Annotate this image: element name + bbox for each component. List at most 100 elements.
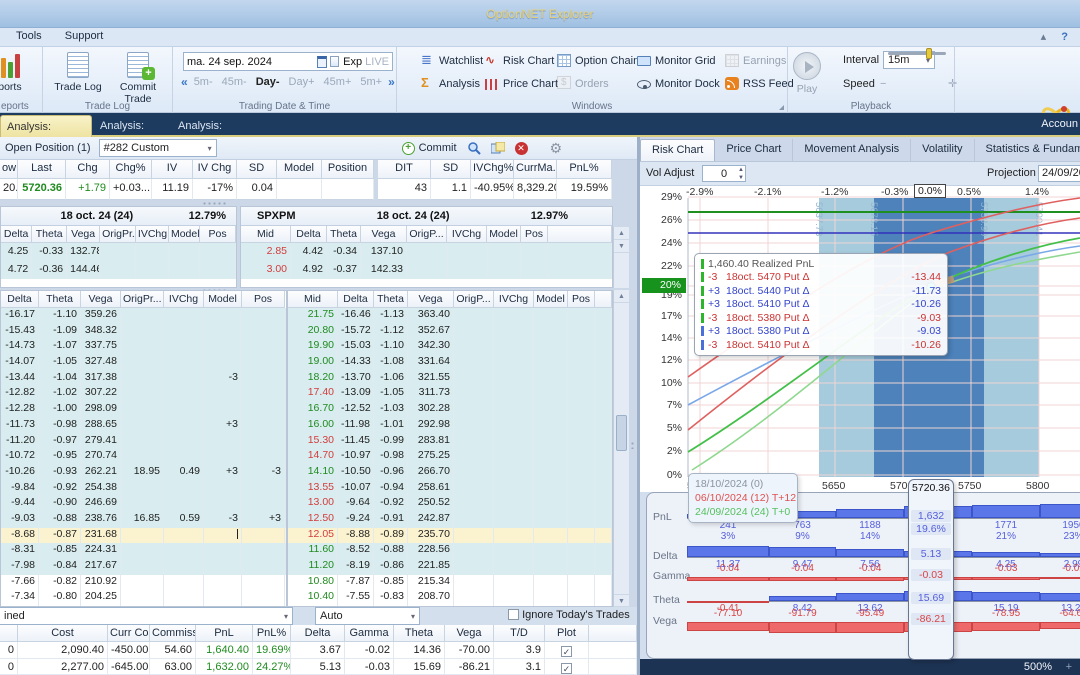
chain-cell[interactable]: [121, 496, 164, 512]
chain-cell[interactable]: [242, 559, 285, 575]
chain-row[interactable]: 20.80 -15.72 -1.12 352.67: [288, 323, 612, 340]
chain-row[interactable]: 16.70 -12.52 -1.03 302.28: [288, 402, 612, 418]
chain-cell[interactable]: [534, 464, 568, 481]
chain-row[interactable]: 11.60 -8.52 -0.88 228.56: [288, 543, 612, 559]
chain-cell[interactable]: 18.20: [288, 370, 338, 387]
chain-cell[interactable]: [494, 355, 534, 371]
chain-cell[interactable]: -7.98: [1, 559, 39, 575]
chain-cell[interactable]: 215.34: [408, 574, 454, 591]
expiry-table-icon[interactable]: [329, 56, 340, 67]
scroll-up-icon[interactable]: ▲: [614, 227, 629, 240]
chain-cell[interactable]: 217.67: [81, 559, 121, 575]
nav-Dayp[interactable]: Day+: [289, 76, 315, 88]
chain-cell[interactable]: 11.60: [288, 543, 338, 559]
chain-cell[interactable]: [407, 243, 447, 261]
chain-cell[interactable]: [136, 261, 169, 279]
chain-cell[interactable]: [595, 323, 612, 340]
chain-cell[interactable]: [100, 261, 136, 279]
chain-cell[interactable]: [454, 323, 494, 340]
chain-cell[interactable]: [494, 511, 534, 528]
chain-cell[interactable]: 4.92: [291, 261, 327, 279]
chain-cell[interactable]: 270.74: [81, 449, 121, 465]
chain-cell[interactable]: [595, 464, 612, 481]
chain-cell[interactable]: [164, 417, 204, 434]
chain-cell[interactable]: [407, 261, 447, 279]
chain-cell[interactable]: [568, 433, 595, 450]
chain-cell[interactable]: [494, 370, 534, 387]
chain-cell[interactable]: -1.03: [374, 402, 408, 418]
chain-cell[interactable]: [121, 370, 164, 387]
chain-cell[interactable]: [534, 355, 568, 371]
chain-cell[interactable]: 12.05: [288, 527, 338, 544]
chain-row[interactable]: 16.00 -11.98 -1.01 292.98: [288, 417, 612, 434]
export-button[interactable]: [490, 141, 505, 155]
trading-date-value[interactable]: ma. 24 sep. 2024: [187, 56, 317, 68]
chain-cell[interactable]: -1.01: [374, 417, 408, 434]
chain-cell[interactable]: [204, 402, 242, 418]
chain-cell[interactable]: [169, 261, 201, 279]
chain-cell[interactable]: [454, 527, 494, 544]
nav-5mm[interactable]: 5m-: [194, 76, 213, 88]
chain-cell[interactable]: [568, 480, 595, 497]
chain-cell[interactable]: [595, 386, 612, 403]
ignore-todays-trades-checkbox[interactable]: Ignore Today's Trades: [508, 609, 630, 621]
chain-cell[interactable]: [494, 308, 534, 324]
chain-cell[interactable]: [534, 480, 568, 497]
chain-cell[interactable]: [242, 402, 285, 418]
chain-row[interactable]: -8.31 -0.85 224.31: [1, 543, 286, 559]
chain-row[interactable]: 10.40 -7.55 -0.83 208.70: [288, 590, 612, 606]
scroll-up-icon[interactable]: ▲: [614, 290, 629, 303]
chain-cell[interactable]: -16.17: [1, 308, 39, 324]
chain-cell[interactable]: [454, 480, 494, 497]
chain-cell[interactable]: +3: [204, 464, 242, 481]
chain-cell[interactable]: -8.88: [338, 527, 374, 544]
trade-log-button[interactable]: Trade Log: [47, 52, 109, 93]
chain-cell[interactable]: -1.02: [39, 386, 81, 403]
chain-cell[interactable]: [494, 559, 534, 575]
chain-cell[interactable]: -1.12: [374, 323, 408, 340]
chain-cell[interactable]: [164, 308, 204, 324]
chain-row[interactable]: -9.44 -0.90 246.69: [1, 496, 286, 512]
plot-checkbox[interactable]: ✓: [561, 646, 572, 657]
chain-row[interactable]: -14.07 -1.05 327.48: [1, 355, 286, 371]
chain-cell[interactable]: [534, 323, 568, 340]
chain-cell[interactable]: 224.31: [81, 543, 121, 559]
chain-cell[interactable]: [242, 480, 285, 497]
account-link[interactable]: Accoun: [1041, 118, 1080, 130]
chain-row[interactable]: -11.73 -0.98 288.65 +3: [1, 417, 286, 434]
chain-cell[interactable]: 238.76: [81, 511, 121, 528]
chain-cell[interactable]: 242.87: [408, 511, 454, 528]
chain-cell[interactable]: -0.94: [374, 480, 408, 497]
chain-row[interactable]: -8.68 -0.87 231.68: [1, 527, 286, 544]
prev-day-chevron-icon[interactable]: «: [181, 75, 188, 89]
chain-cell[interactable]: -0.92: [39, 480, 81, 497]
tab-analysis-onon[interactable]: Analysis: ONON: [172, 115, 258, 154]
chain-cell[interactable]: [204, 323, 242, 340]
chain-cell[interactable]: -10.50: [338, 464, 374, 481]
chain-row[interactable]: 4.25 -0.33 132.78: [1, 243, 236, 261]
chain-cell[interactable]: 266.70: [408, 464, 454, 481]
chain-cell[interactable]: 13.55: [288, 480, 338, 497]
chain-cell[interactable]: -14.07: [1, 355, 39, 371]
chain-cell[interactable]: [454, 574, 494, 591]
speed-slider-thumb[interactable]: [926, 48, 932, 59]
risk-chart[interactable]: 5637.735678.155758.995799.41-2.9%-2.1%-1…: [640, 184, 1080, 523]
chain-cell[interactable]: 2.85: [241, 243, 291, 261]
chain-cell[interactable]: 0.49: [164, 464, 204, 481]
chain-cell[interactable]: [595, 402, 612, 418]
chain-cell[interactable]: +3: [242, 511, 285, 528]
chain-cell[interactable]: [534, 449, 568, 465]
chart-tab-price-chart[interactable]: Price Chart: [715, 139, 794, 161]
chain-cell[interactable]: [454, 355, 494, 371]
chain-cell[interactable]: [595, 590, 612, 606]
reports-button[interactable]: eports: [0, 52, 38, 93]
chain-row[interactable]: -16.17 -1.10 359.26: [1, 308, 286, 324]
chain-cell[interactable]: [454, 511, 494, 528]
chain-cell[interactable]: -13.09: [338, 386, 374, 403]
chain-cell[interactable]: [204, 386, 242, 403]
chain-cell[interactable]: [121, 386, 164, 403]
chain-cell[interactable]: [242, 449, 285, 465]
chain-row[interactable]: 19.00 -14.33 -1.08 331.64: [288, 355, 612, 371]
chain-cell[interactable]: [164, 480, 204, 497]
projection-date-input[interactable]: 24/09/20: [1038, 165, 1080, 182]
